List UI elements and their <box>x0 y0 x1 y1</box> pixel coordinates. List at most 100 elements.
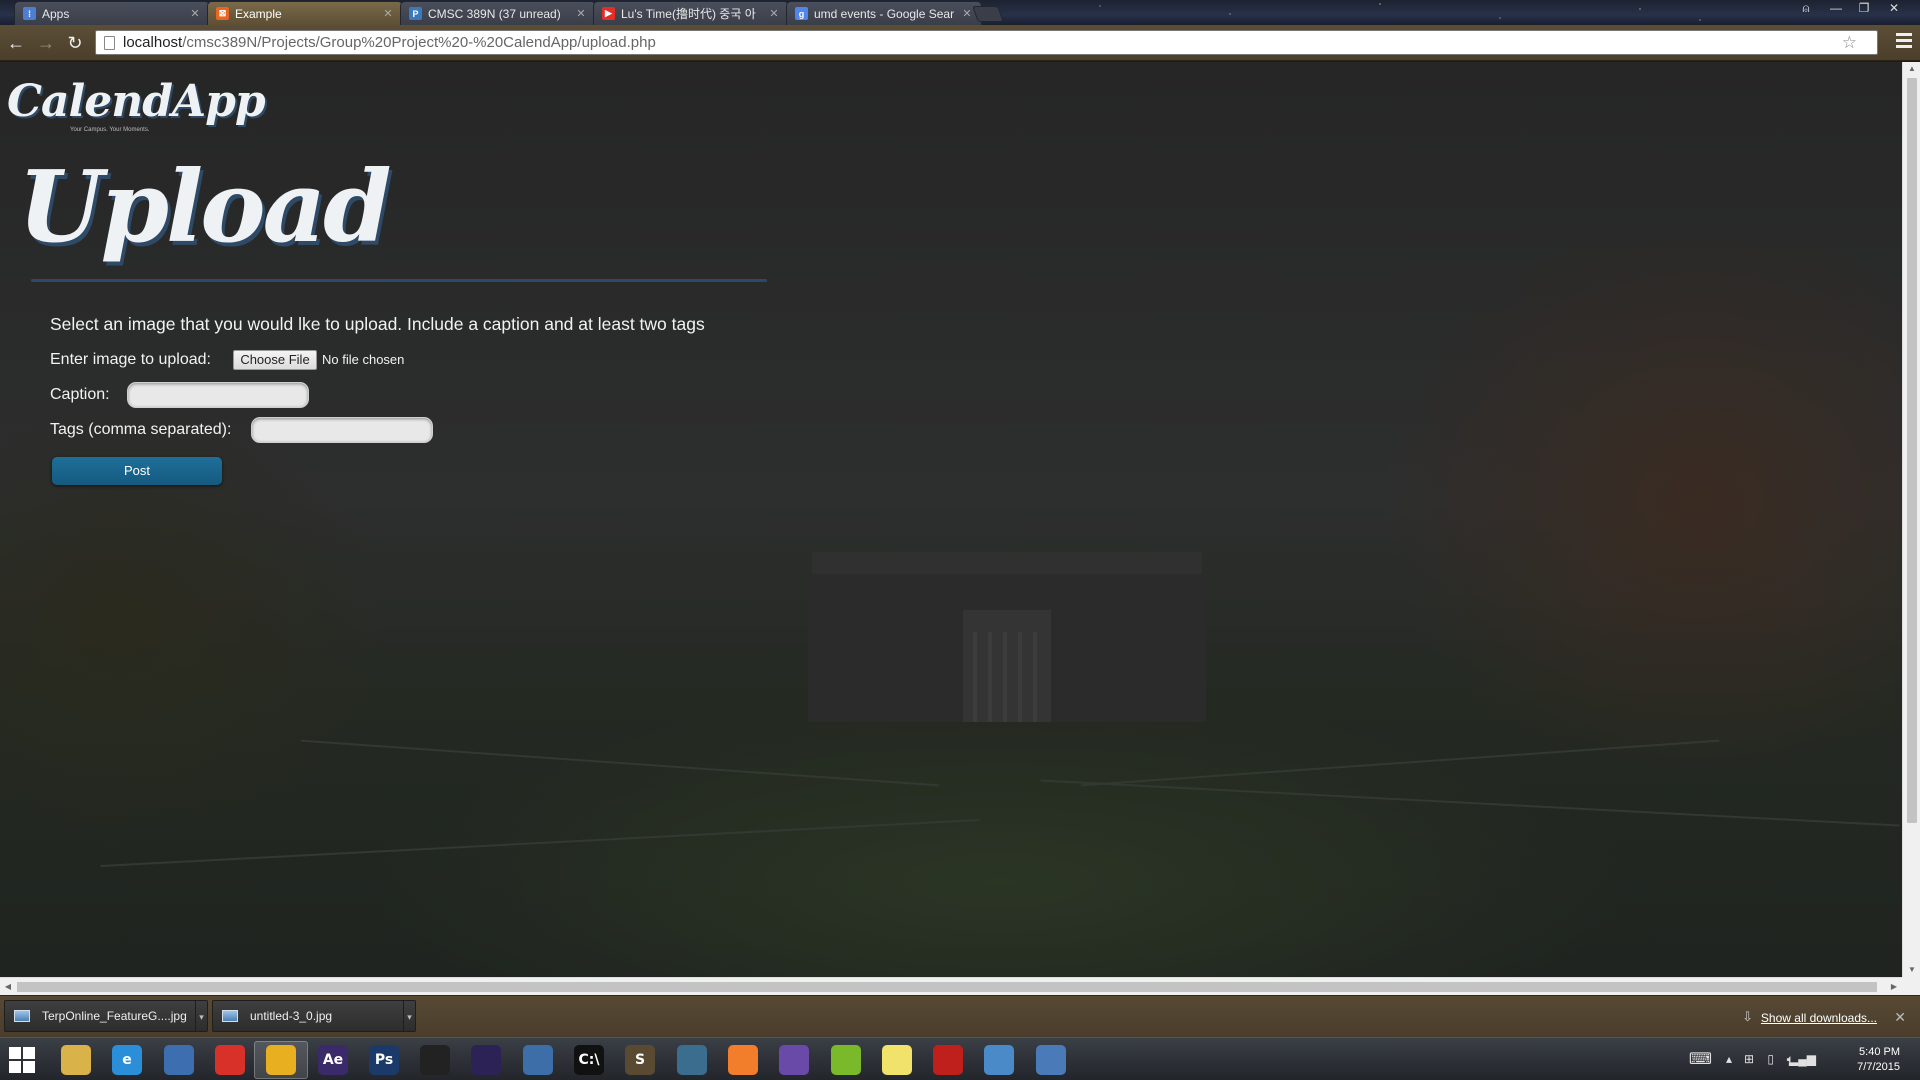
signal-bars-icon[interactable]: ▂▄▆ <box>1789 1052 1816 1066</box>
image-file-icon <box>222 1010 238 1022</box>
tab-example[interactable]: ⊠ Example ✕ <box>207 1 403 25</box>
tab-lus-time[interactable]: ▶ Lu's Time(撸时代) 중국 아 ✕ <box>593 1 789 25</box>
taskbar-app-button[interactable] <box>767 1041 821 1079</box>
download-filename: untitled-3_0.jpg <box>250 1009 333 1023</box>
taskbar-app-button[interactable] <box>152 1041 206 1079</box>
restore-icon[interactable]: ❐ <box>1850 0 1878 18</box>
horizontal-scrollbar[interactable]: ◀ ▶ <box>0 977 1902 995</box>
tab-apps[interactable]: ⁞ Apps ✕ <box>14 1 210 25</box>
taskbar-app-button[interactable] <box>511 1041 565 1079</box>
taskbar-app-button[interactable]: e <box>100 1041 154 1079</box>
taskbar-app-button[interactable]: Ae <box>306 1041 360 1079</box>
show-hidden-icons-icon[interactable]: ▴ <box>1726 1052 1732 1066</box>
sticky-notes-icon <box>882 1045 912 1075</box>
download-item[interactable]: TerpOnline_FeatureG....jpg ▾ <box>4 1000 208 1032</box>
taskbar-app-button[interactable]: C:\ <box>562 1041 616 1079</box>
github-icon <box>779 1045 809 1075</box>
user-icon[interactable]: ⍝ <box>1792 0 1820 18</box>
upload-instructions: Select an image that you would lke to up… <box>50 314 705 334</box>
campus-building <box>808 552 1206 722</box>
python-icon <box>523 1045 553 1075</box>
file-explorer-icon <box>61 1045 91 1075</box>
taskbar-app-button[interactable] <box>716 1041 770 1079</box>
chevron-down-icon[interactable]: ▾ <box>403 1001 415 1031</box>
close-icon[interactable]: ✕ <box>575 7 587 20</box>
post-button[interactable]: Post <box>52 457 222 485</box>
tags-input[interactable] <box>251 417 433 443</box>
download-arrow-icon: ⇩ <box>1742 1009 1753 1024</box>
network-icon[interactable]: ▯ <box>1767 1052 1774 1066</box>
window-close-icon[interactable]: ✕ <box>1880 0 1908 18</box>
sublime-text-icon: S <box>625 1045 655 1075</box>
photo-viewer-icon <box>1036 1045 1066 1075</box>
taskbar-app-button[interactable] <box>870 1041 924 1079</box>
windows-flag-icon[interactable]: ⊞ <box>1744 1052 1754 1066</box>
back-arrow-icon[interactable]: ← <box>5 32 27 54</box>
taskbar-app-button[interactable] <box>1024 1041 1078 1079</box>
close-icon[interactable]: ✕ <box>189 7 201 20</box>
url-path: /cmsc389N/Projects/Group%20Project%20-%2… <box>182 34 656 51</box>
new-tab-button[interactable] <box>972 6 1004 22</box>
address-bar[interactable]: localhost/cmsc389N/Projects/Group%20Proj… <box>95 30 1878 55</box>
cloud-app-icon <box>215 1045 245 1075</box>
taskbar-app-button[interactable] <box>408 1041 462 1079</box>
download-shelf: TerpOnline_FeatureG....jpg ▾ untitled-3_… <box>0 995 1920 1037</box>
mysql-workbench-icon <box>677 1045 707 1075</box>
xampp-icon <box>728 1045 758 1075</box>
internet-explorer-icon: e <box>112 1045 142 1075</box>
tab-title: umd events - Google Sear <box>814 6 955 21</box>
download-item[interactable]: untitled-3_0.jpg ▾ <box>212 1000 416 1032</box>
taskbar-app-button[interactable]: S <box>613 1041 667 1079</box>
clock[interactable]: 5:40 PM 7/7/2015 <box>1857 1045 1900 1075</box>
eclipse-icon <box>471 1045 501 1075</box>
taskbar-app-button[interactable] <box>972 1041 1026 1079</box>
acrobat-icon <box>933 1045 963 1075</box>
site-logo[interactable]: CalendApp <box>7 76 266 127</box>
close-icon[interactable]: ✕ <box>768 7 780 20</box>
image-upload-label: Enter image to upload: <box>50 351 211 368</box>
scroll-right-icon[interactable]: ▶ <box>1886 978 1902 996</box>
scroll-up-icon[interactable]: ▲ <box>1903 62 1920 76</box>
taskbar-app-button[interactable] <box>459 1041 513 1079</box>
caption-input[interactable] <box>127 382 309 408</box>
start-button[interactable] <box>6 1044 42 1076</box>
after-effects-icon: Ae <box>318 1045 348 1075</box>
vertical-scroll-thumb[interactable] <box>1907 78 1917 823</box>
chevron-down-icon[interactable]: ▾ <box>195 1001 207 1031</box>
bookmark-star-icon[interactable]: ☆ <box>1842 31 1857 54</box>
taskbar-app-button[interactable]: Ps <box>357 1041 411 1079</box>
forward-arrow-icon[interactable]: → <box>35 32 57 54</box>
tab-umd-events[interactable]: g umd events - Google Sear ✕ <box>786 1 982 25</box>
reload-icon[interactable]: ↻ <box>64 32 86 54</box>
chrome-menu-icon[interactable] <box>1896 33 1912 51</box>
taskbar-app-button[interactable] <box>49 1041 103 1079</box>
show-all-downloads-link[interactable]: Show all downloads... <box>1761 1011 1877 1025</box>
minimize-icon[interactable]: — <box>1822 0 1850 18</box>
tab-strip: ⁞ Apps ✕ ⊠ Example ✕ P CMSC 389N (37 unr… <box>0 0 1920 25</box>
piazza-icon: P <box>409 7 422 20</box>
taskbar-app-button[interactable] <box>921 1041 975 1079</box>
taskbar-app-button[interactable] <box>254 1041 308 1079</box>
page-viewport: CalendApp Your Campus. Your Moments. Upl… <box>0 62 1902 977</box>
apps-icon: ⁞ <box>23 7 36 20</box>
windows-taskbar: e Ae Ps C:\ S ⌨ ▴ ⊞ ▯ 🔈︎ ▂▄▆ 5:40 PM 7/7/201… <box>0 1037 1920 1080</box>
clock-time: 5:40 PM <box>1859 1046 1900 1058</box>
film-editor-icon <box>420 1045 450 1075</box>
tab-title: Apps <box>42 6 70 21</box>
url-host: localhost <box>123 34 183 51</box>
scroll-down-icon[interactable]: ▼ <box>1903 963 1920 977</box>
horizontal-scroll-thumb[interactable] <box>17 982 1877 992</box>
vertical-scrollbar[interactable]: ▲ ▼ <box>1902 62 1920 977</box>
taskbar-app-button[interactable] <box>819 1041 873 1079</box>
close-icon[interactable]: ✕ <box>1894 1009 1906 1026</box>
close-icon[interactable]: ✕ <box>382 7 394 20</box>
keyboard-icon[interactable]: ⌨ <box>1689 1049 1712 1069</box>
tab-cmsc[interactable]: P CMSC 389N (37 unread) ✕ <box>400 1 596 25</box>
scroll-left-icon[interactable]: ◀ <box>0 978 16 996</box>
page-title: Upload <box>18 150 392 265</box>
close-icon[interactable]: ✕ <box>961 7 973 20</box>
taskbar-app-button[interactable] <box>665 1041 719 1079</box>
choose-file-button[interactable]: Choose File <box>233 350 317 370</box>
taskbar-app-button[interactable] <box>203 1041 257 1079</box>
google-icon: g <box>795 7 808 20</box>
